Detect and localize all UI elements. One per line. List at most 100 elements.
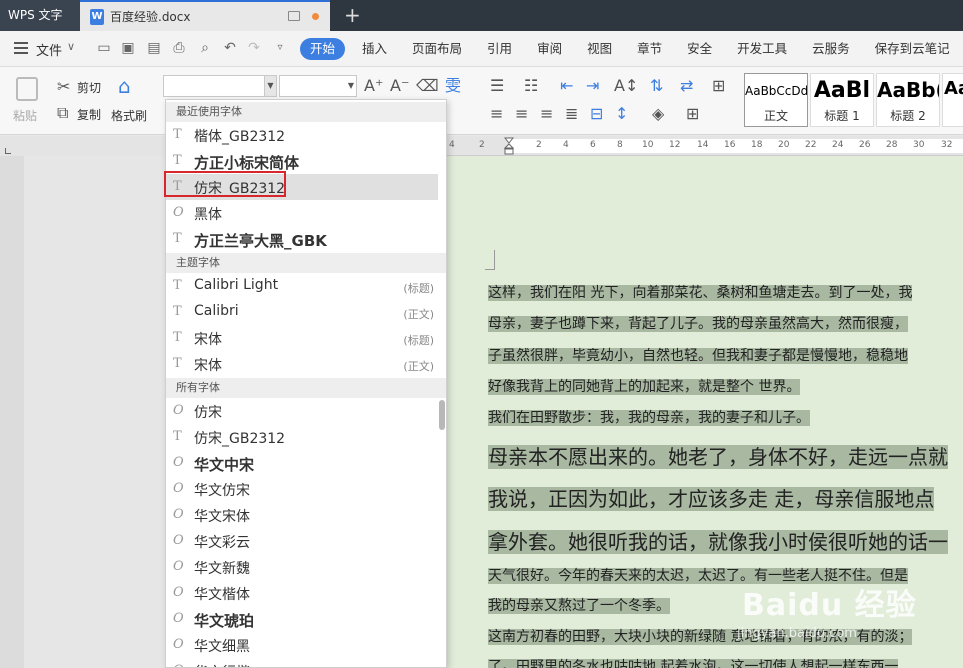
opentype-font-icon: O [173,481,184,496]
font-item[interactable]: O 华文仿宋 [166,476,438,502]
font-item[interactable]: T 方正兰亭大黑_GBK [166,226,438,252]
align-right-icon[interactable]: ≡ [540,105,553,123]
horizontal-ruler[interactable]: 4 2 2 4 6 8 10 12 14 16 18 20 22 24 26 28 30 32 [447,136,963,156]
copy-button[interactable]: 复制 [77,106,101,123]
font-item[interactable]: O 黑体 [166,200,438,226]
bullets-icon[interactable]: ☰ [490,77,504,95]
tab-3[interactable]: 引用 [479,38,520,60]
file-menu[interactable]: 文件 [36,40,62,59]
document-line[interactable]: 这样，我们在阳 光下，向着那菜花、桑树和鱼塘走去。到了一处，我 [488,282,913,302]
document-line[interactable]: 母亲，妻子也蹲下来，背起了儿子。我的母亲虽然高大，然而很瘦， [488,313,908,333]
font-name: 华文琥珀 [194,612,255,630]
font-name-input[interactable]: ▼ [163,75,277,97]
document-line[interactable]: 我的母亲又熬过了一个冬季。 [488,595,670,615]
style-card-2[interactable]: AaBb(标题 2 [876,73,940,127]
font-item[interactable]: T 宋体 (标题) [166,325,438,351]
print-icon[interactable]: ⎙ [171,40,187,56]
font-item[interactable]: T 宋体 (正文) [166,351,438,377]
screen-icon[interactable] [288,11,300,21]
document-line[interactable]: 拿外套。她很听我的话，就像我小时侯很听她的话一 [488,526,948,555]
document-line[interactable]: 母亲本不愿出来的。她老了，身体不好，走远一点就 [488,441,948,470]
chevron-down-icon[interactable]: ∨ [67,40,75,53]
tab-4[interactable]: 审阅 [529,38,570,60]
tab-stop-selector-icon[interactable] [5,148,11,154]
numbering-icon[interactable]: ☷ [524,77,538,95]
scissors-icon[interactable]: ✂ [57,78,70,96]
tab-10[interactable]: 保存到云笔记 [867,38,958,60]
indent-marker-icon[interactable] [504,137,514,155]
new-tab-button[interactable]: + [344,3,361,27]
sort-icon[interactable]: ⇅ [650,77,663,95]
phonetic-icon[interactable]: 雯 [445,77,461,95]
paste-icon[interactable] [16,77,38,101]
border-icon[interactable]: ⊞ [686,105,699,123]
document-line[interactable]: 了。田野里的冬水也咕咕地 起着水泡。这一切使人想起一样东西一 [488,656,899,668]
font-dropdown-arrow-icon[interactable]: ▼ [264,76,276,96]
font-item[interactable]: O 华文行楷 [166,658,438,668]
document-line[interactable]: 我们在田野散步：我，我的母亲，我的妻子和儿子。 [488,407,810,427]
font-item[interactable]: O 华文新魏 [166,554,438,580]
document-line[interactable]: 子虽然很胖，毕竟幼小，自然也轻。但我和妻子都是慢慢地，稳稳地 [488,345,908,365]
format-painter-icon[interactable]: ⌂ [118,76,131,96]
document-tab[interactable]: W 百度经验.docx [80,0,330,31]
tab-0[interactable]: 开始 [300,38,346,60]
format-painter-button[interactable]: 格式刷 [111,107,147,124]
shrink-font-icon[interactable]: A⁻ [390,77,409,95]
text-direction-icon[interactable]: A↕ [614,77,638,95]
distribute-icon[interactable]: ⊟ [590,105,603,123]
open-folder-icon[interactable]: ▭ [96,40,112,56]
font-item[interactable]: O 华文细黑 [166,632,438,658]
clear-format-icon[interactable]: ⌫ [416,77,439,95]
size-dropdown-arrow-icon[interactable]: ▼ [348,76,354,96]
document-line[interactable]: 我说，正因为如此，才应该多走 走，母亲信服地点 [488,483,935,512]
grow-font-icon[interactable]: A⁺ [364,77,383,95]
document-line[interactable]: 好像我背上的同她背上的加起来，就是整个 世界。 [488,376,801,396]
app-name[interactable]: WPS 文字 [0,0,80,31]
font-item[interactable]: O 仿宋 [166,398,438,424]
style-card-0[interactable]: AaBbCcDd 正文 [744,73,808,127]
line-text: 这样，我们在阳 光下，向着那菜花、桑树和鱼塘走去。到了一处，我 [488,285,913,301]
align-left-icon[interactable]: ≡ [490,105,503,123]
redo-icon[interactable]: ↷ [246,40,262,56]
hamburger-menu-icon[interactable] [14,42,28,54]
font-item[interactable]: T Calibri (正文) [166,299,438,325]
dropdown-scrollbar[interactable] [439,400,445,430]
font-item[interactable]: T Calibri Light (标题) [166,273,438,299]
print-preview-icon[interactable]: ⌕ [197,40,213,56]
increase-indent-icon[interactable]: ⇥ [586,77,599,95]
line-spacing-icon[interactable]: ↕ [615,105,628,123]
font-item[interactable]: O 华文楷体 [166,580,438,606]
decrease-indent-icon[interactable]: ⇤ [560,77,573,95]
font-item[interactable]: T 楷体_GB2312 [166,122,438,148]
font-item[interactable]: O 华文彩云 [166,528,438,554]
show-marks-icon[interactable]: ⇄ [680,77,693,95]
table-grid-icon[interactable]: ⊞ [712,77,725,95]
font-item[interactable]: T 仿宋_GB2312 [166,424,438,450]
tab-9[interactable]: 云服务 [804,38,858,60]
copy-icon[interactable]: ⧉ [57,104,68,122]
shading-icon[interactable]: ◈ [652,105,664,123]
font-item[interactable]: O 华文琥珀 [166,606,438,632]
tab-7[interactable]: 安全 [679,38,720,60]
export-pdf-icon[interactable]: ▤ [146,40,162,56]
document-page[interactable]: 这样，我们在阳 光下，向着那菜花、桑树和鱼塘走去。到了一处，我母亲，妻子也蹲下来… [447,156,963,668]
save-icon[interactable]: ▣ [120,40,136,56]
font-item[interactable]: O 华文宋体 [166,502,438,528]
font-item[interactable]: O 华文中宋 [166,450,438,476]
cut-button[interactable]: 剪切 [77,79,101,96]
tab-5[interactable]: 视图 [579,38,620,60]
style-card-1[interactable]: AaBl 标题 1 [810,73,874,127]
align-center-icon[interactable]: ≡ [515,105,528,123]
wps-doc-icon: W [90,9,104,25]
tab-8[interactable]: 开发工具 [729,38,795,60]
tab-6[interactable]: 章节 [629,38,670,60]
tab-2[interactable]: 页面布局 [404,38,470,60]
menu-tabs: 开始 插入 页面布局 引用 审阅 视图 章节 安全 开发工具 云服务 保存到云笔记 [300,38,963,60]
paste-label[interactable]: 粘贴 [13,107,37,124]
justify-icon[interactable]: ≣ [565,105,578,123]
undo-icon[interactable]: ↶ [222,40,238,56]
style-card-3[interactable]: Aa [942,73,963,127]
tab-1[interactable]: 插入 [354,38,395,60]
font-size-input[interactable]: ▼ [279,75,357,97]
customize-icon[interactable]: ▿ [272,40,288,56]
